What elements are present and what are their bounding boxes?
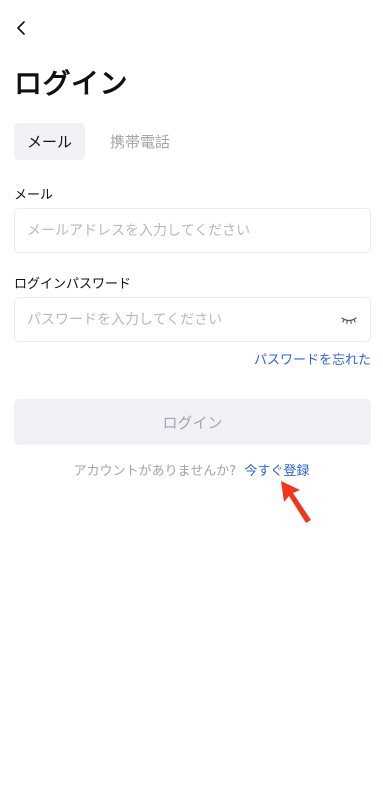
back-button[interactable] [10,18,34,42]
password-field-container [14,297,371,342]
register-prompt: アカウントがありませんか? [73,464,237,479]
password-field[interactable] [27,311,340,328]
password-label: ログインパスワード [14,277,132,292]
email-field[interactable] [27,222,358,239]
login-button[interactable]: ログイン [14,399,371,445]
page-title: ログイン [14,67,129,100]
annotation-arrow-icon [278,478,318,526]
forgot-password-link[interactable]: パスワードを忘れた [254,349,371,368]
register-row: アカウントがありませんか? 今すぐ登録 [0,460,383,479]
eye-closed-icon[interactable] [340,313,358,327]
email-field-container [14,208,371,253]
tab-phone[interactable]: 携帯電話 [97,123,183,160]
chevron-left-icon [15,20,29,40]
login-method-tabs: メール 携帯電話 [14,123,183,160]
email-label: メール [14,188,54,203]
register-now-link[interactable]: 今すぐ登録 [244,464,309,479]
tab-email[interactable]: メール [14,123,86,160]
